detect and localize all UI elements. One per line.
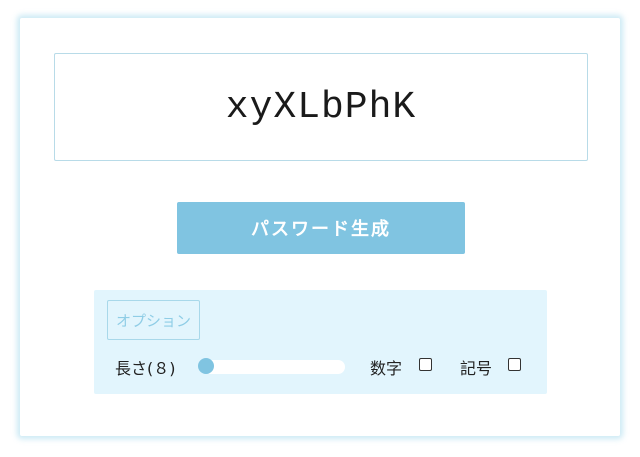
options-title: オプション: [107, 300, 201, 340]
symbols-checkbox[interactable]: [508, 358, 521, 371]
password-display: xyXLbPhK: [54, 53, 588, 161]
generate-password-button[interactable]: パスワード生成: [177, 202, 465, 254]
length-slider-track[interactable]: [204, 360, 345, 374]
length-label: 長さ(８): [115, 359, 176, 378]
length-slider-thumb[interactable]: [198, 358, 214, 374]
options-panel: オプション 長さ(８) 数字 記号: [94, 290, 547, 394]
numbers-label: 数字: [370, 359, 403, 378]
symbols-label: 記号: [460, 359, 493, 378]
generated-password: xyXLbPhK: [225, 85, 417, 129]
password-generator-card: xyXLbPhK パスワード生成 オプション 長さ(８) 数字 記号: [20, 18, 620, 436]
numbers-checkbox[interactable]: [419, 358, 432, 371]
